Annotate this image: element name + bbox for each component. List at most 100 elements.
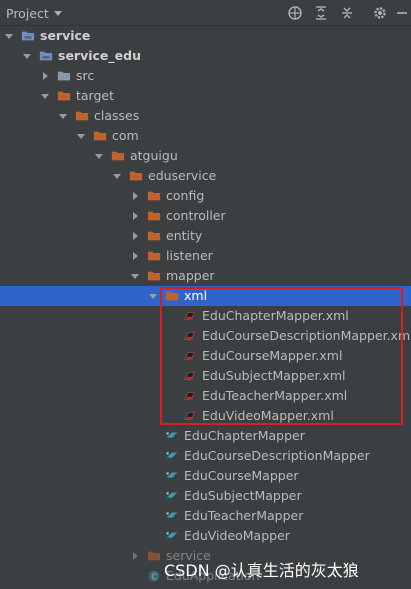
tree-node[interactable]: EduCourseDescriptionMapper — [0, 446, 411, 466]
minimize-icon[interactable] — [394, 5, 410, 21]
folder-icon — [57, 91, 71, 101]
tree-node[interactable]: mapper — [0, 266, 411, 286]
tree-node-label: EduTeacherMapper — [184, 508, 304, 523]
tree-node[interactable]: EduTeacherMapper — [0, 506, 411, 526]
interface-file-icon — [165, 471, 178, 481]
chevron-right-icon[interactable] — [40, 71, 50, 81]
tree-node-label: EduChapterMapper — [184, 428, 305, 443]
tree-node[interactable]: listener — [0, 246, 411, 266]
tree-node-label: EduCourseDescriptionMapper.xml — [202, 328, 411, 343]
xml-file-icon — [184, 371, 196, 380]
tree-node[interactable]: config — [0, 186, 411, 206]
folder-icon — [75, 111, 89, 121]
chevron-down-icon[interactable] — [148, 291, 158, 301]
tree-node-label: service — [40, 28, 91, 43]
tree-node[interactable]: src — [0, 66, 411, 86]
project-view-title[interactable]: Project — [6, 6, 49, 21]
folder-icon — [147, 251, 161, 261]
xml-file-icon — [184, 351, 196, 360]
tree-node-label: listener — [166, 248, 213, 263]
chevron-down-icon[interactable] — [130, 271, 140, 281]
tree-node[interactable]: EduVideoMapper.xml — [0, 406, 411, 426]
chevron-down-icon[interactable] — [76, 131, 86, 141]
tree-node-label: target — [76, 88, 115, 103]
tree-node-label: com — [112, 128, 139, 143]
tree-node[interactable]: target — [0, 86, 411, 106]
tree-node[interactable]: xml — [0, 286, 411, 306]
folder-icon — [93, 131, 107, 141]
interface-file-icon — [165, 511, 178, 521]
chevron-right-icon[interactable] — [130, 251, 140, 261]
tree-node-label: xml — [184, 288, 208, 303]
tree-node[interactable]: controller — [0, 206, 411, 226]
tree-node-label: service_edu — [58, 48, 141, 63]
tree-node-label: config — [166, 188, 205, 203]
tree-node[interactable]: service — [0, 26, 411, 46]
project-toolbar: Project — [0, 0, 411, 26]
tree-node-label: mapper — [166, 268, 215, 283]
tree-node-label: EduVideoMapper — [184, 528, 290, 543]
xml-file-icon — [184, 331, 196, 340]
folder-icon — [147, 271, 161, 281]
chevron-down-icon[interactable] — [112, 171, 122, 181]
folder-icon — [129, 171, 143, 181]
tree-node[interactable]: EduCourseDescriptionMapper.xml — [0, 326, 411, 346]
folder-icon — [165, 291, 179, 301]
tree-node-label: EduChapterMapper.xml — [202, 308, 349, 323]
xml-file-icon — [184, 391, 196, 400]
tree-node-label: EduCourseMapper — [184, 468, 299, 483]
folder-icon — [111, 151, 125, 161]
chevron-right-icon[interactable] — [130, 211, 140, 221]
tree-node[interactable]: classes — [0, 106, 411, 126]
tree-node-label: EduSubjectMapper.xml — [202, 368, 346, 383]
tree-node[interactable]: entity — [0, 226, 411, 246]
watermark: CSDN @认真生活的灰太狼 — [164, 561, 359, 580]
chevron-right-icon[interactable] — [130, 551, 140, 561]
svg-text:C: C — [151, 573, 157, 582]
tree-node-label: EduCourseDescriptionMapper — [184, 448, 370, 463]
tree-node-label: eduservice — [148, 168, 217, 183]
tree-node[interactable]: EduSubjectMapper — [0, 486, 411, 506]
module-folder-icon — [21, 31, 35, 41]
folder-icon — [147, 211, 161, 221]
tree-node[interactable]: EduCourseMapper — [0, 466, 411, 486]
collapse-all-icon[interactable] — [339, 5, 355, 21]
chevron-down-icon[interactable] — [22, 51, 32, 61]
tree-node-label: controller — [166, 208, 226, 223]
tree-node-label: EduTeacherMapper.xml — [202, 388, 348, 403]
tree-node-label: atguigu — [130, 148, 178, 163]
chevron-down-icon[interactable] — [4, 31, 14, 41]
folder-icon — [147, 191, 161, 201]
chevron-right-icon[interactable] — [130, 231, 140, 241]
folder-icon — [147, 551, 161, 561]
tree-node[interactable]: EduVideoMapper — [0, 526, 411, 546]
globe-icon[interactable] — [287, 5, 303, 21]
tree-node[interactable]: eduservice — [0, 166, 411, 186]
tree-node-label: classes — [94, 108, 140, 123]
class-file-icon: C — [148, 570, 160, 582]
xml-file-icon — [184, 411, 196, 420]
chevron-down-icon[interactable] — [40, 91, 50, 101]
tree-node-label: EduVideoMapper.xml — [202, 408, 334, 423]
interface-file-icon — [165, 531, 178, 541]
tree-node[interactable]: EduCourseMapper.xml — [0, 346, 411, 366]
tree-node-label: EduCourseMapper.xml — [202, 348, 343, 363]
chevron-down-icon[interactable] — [54, 11, 62, 16]
chevron-down-icon[interactable] — [94, 151, 104, 161]
tree-node[interactable]: service_edu — [0, 46, 411, 66]
interface-file-icon — [165, 451, 178, 461]
chevron-right-icon[interactable] — [130, 191, 140, 201]
tree-node[interactable]: EduTeacherMapper.xml — [0, 386, 411, 406]
expand-all-icon[interactable] — [313, 5, 329, 21]
gear-icon[interactable] — [372, 5, 388, 21]
tree-node-label: src — [76, 68, 95, 83]
tree-node[interactable]: atguigu — [0, 146, 411, 166]
chevron-down-icon[interactable] — [58, 111, 68, 121]
tree-node[interactable]: EduChapterMapper — [0, 426, 411, 446]
tree-node-label: entity — [166, 228, 203, 243]
tree-node[interactable]: EduChapterMapper.xml — [0, 306, 411, 326]
tree-node[interactable]: EduSubjectMapper.xml — [0, 366, 411, 386]
xml-file-icon — [184, 311, 196, 320]
interface-file-icon — [165, 491, 178, 501]
tree-node[interactable]: com — [0, 126, 411, 146]
